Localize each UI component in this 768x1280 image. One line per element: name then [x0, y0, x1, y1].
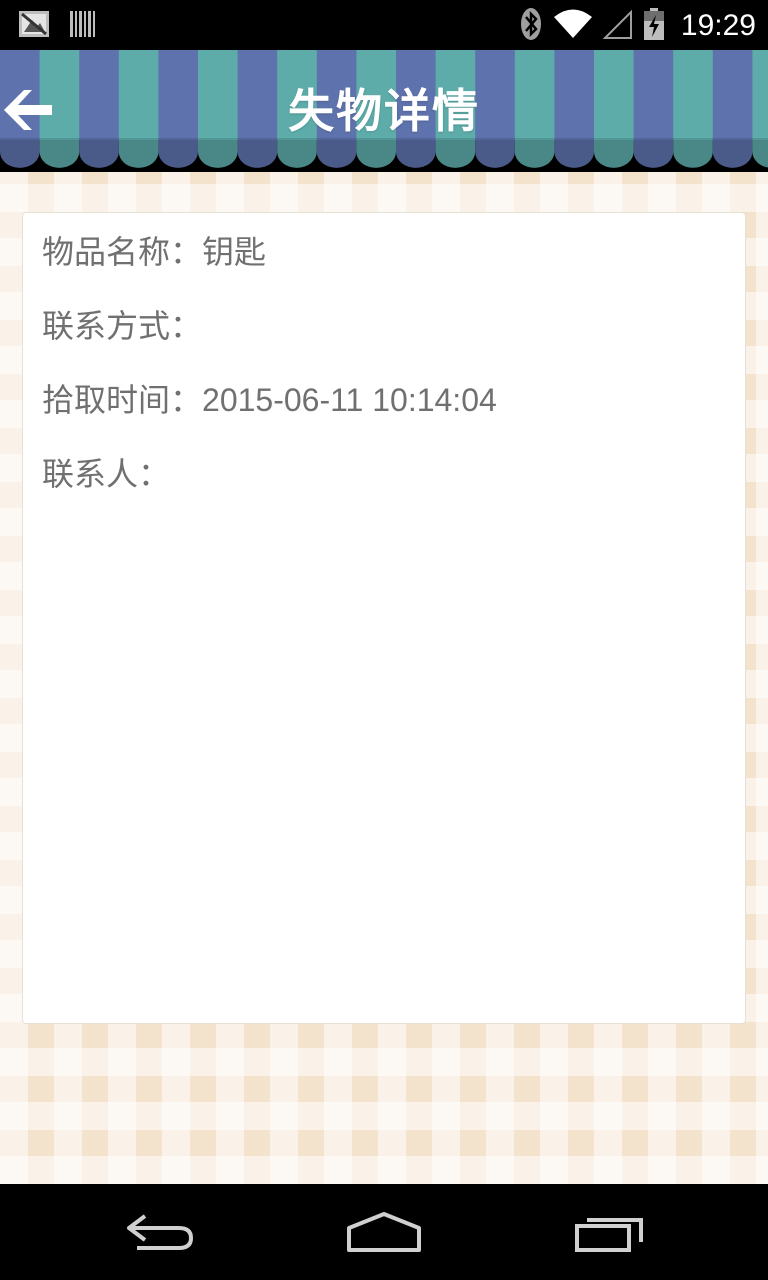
battery-charging-icon: [643, 7, 665, 45]
cell-signal-icon: [602, 8, 633, 44]
item-name-value: 钥匙: [202, 234, 267, 270]
bluetooth-icon: [519, 6, 543, 46]
contact-method-row: 联系方式：: [42, 301, 202, 347]
nav-home-button[interactable]: [339, 1206, 429, 1256]
nav-back-button[interactable]: [115, 1206, 205, 1256]
lost-item-detail-card: 物品名称：钥匙 联系方式： 拾取时间：2015-06-11 10:14:04 联…: [22, 212, 746, 1024]
back-arrow-icon: [4, 90, 52, 130]
back-button[interactable]: [0, 82, 60, 138]
status-clock: 19:29: [680, 9, 756, 42]
pickup-time-label: 拾取时间：: [42, 381, 203, 419]
notification-image-icon: [18, 8, 50, 40]
nav-home-icon: [347, 1212, 421, 1252]
awning-background: [0, 50, 768, 172]
nav-recent-apps-icon: [575, 1218, 643, 1252]
title-bar: 失物详情: [0, 50, 768, 172]
wifi-icon: [553, 8, 593, 44]
contact-person-label: 联系人：: [42, 455, 171, 493]
contact-person-row: 联系人：: [42, 449, 170, 495]
nav-back-icon: [127, 1214, 194, 1250]
item-name-row: 物品名称：钥匙: [42, 227, 266, 273]
status-bar: 19:29: [0, 0, 768, 50]
app-screen: 19:29 失物详情 物品名称：钥匙 联系方式： 拾取时间：2015-06-11…: [0, 0, 768, 1280]
nav-recent-apps-button[interactable]: [565, 1206, 655, 1256]
barcode-icon: [68, 8, 100, 40]
item-name-label: 物品名称：: [42, 233, 203, 271]
pickup-time-value: 2015-06-11 10:14:04: [202, 382, 497, 418]
navigation-bar: [0, 1184, 768, 1280]
pickup-time-row: 拾取时间：2015-06-11 10:14:04: [42, 375, 497, 421]
contact-method-label: 联系方式：: [42, 307, 203, 345]
